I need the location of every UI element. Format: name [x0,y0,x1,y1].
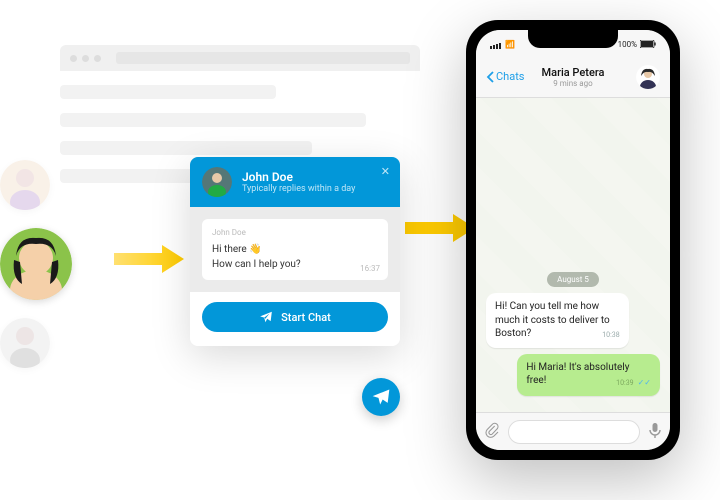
message-input[interactable] [508,420,640,444]
message-time: 10:38 [602,331,619,340]
contact-name: Maria Petera [542,66,605,79]
battery-icon [640,40,656,48]
message-time: 16:37 [360,263,380,275]
telegram-icon [259,310,273,324]
telegram-icon [371,387,391,407]
agent-message: John Doe Hi there 👋 How can I help you? … [202,219,388,280]
mic-icon[interactable] [648,422,662,442]
chat-widget: ✕ John Doe Typically replies within a da… [190,157,400,346]
read-checks-icon: ✓✓ [636,378,651,387]
chat-topbar: Chats Maria Petera 9 mins ago [476,56,670,98]
start-chat-label: Start Chat [281,311,331,324]
signal-icon: 📶 [490,40,515,49]
phone-screen: 📶 100% Chats Maria Petera 9 mins ago Aug… [476,30,670,450]
telegram-fab[interactable] [362,378,400,416]
battery-percent: 100% [618,40,637,49]
contact-avatar[interactable] [636,65,660,89]
attach-icon[interactable] [484,422,500,442]
chevron-left-icon [486,71,494,83]
back-label: Chats [496,70,524,83]
phone-notch [528,30,618,48]
message-text: Hi Maria! It's absolutely free! [526,362,629,387]
chat-area[interactable]: August 5 Hi! Can you tell me how much it… [476,98,670,412]
arrow-icon [114,245,184,273]
message-outgoing: Hi Maria! It's absolutely free! 10:39 ✓✓ [517,354,660,396]
message-sender: John Doe [212,227,378,239]
agent-subtitle: Typically replies within a day [242,184,355,194]
message-line: Hi there 👋 [212,242,378,257]
back-button[interactable]: Chats [486,70,524,83]
phone-frame: 📶 100% Chats Maria Petera 9 mins ago Aug… [466,20,680,460]
agent-name: John Doe [242,170,355,184]
date-pill: August 5 [547,272,599,287]
close-icon[interactable]: ✕ [381,165,390,178]
widget-header: ✕ John Doe Typically replies within a da… [190,157,400,207]
arrow-icon [405,214,475,242]
message-incoming: Hi! Can you tell me how much it costs to… [486,293,629,348]
avatar [0,160,50,210]
chat-input-bar [476,412,670,450]
widget-body: John Doe Hi there 👋 How can I help you? … [190,207,400,292]
widget-footer: Start Chat [190,292,400,346]
avatar-stack [0,160,72,368]
avatar-featured [0,228,72,300]
avatar [0,318,50,368]
message-time: 10:39 [616,379,633,387]
contact-status: 9 mins ago [542,79,605,88]
agent-avatar [202,167,232,197]
message-text: Hi! Can you tell me how much it costs to… [495,301,610,339]
start-chat-button[interactable]: Start Chat [202,302,388,332]
browser-toolbar [60,45,420,71]
message-line: How can I help you? [212,257,378,272]
